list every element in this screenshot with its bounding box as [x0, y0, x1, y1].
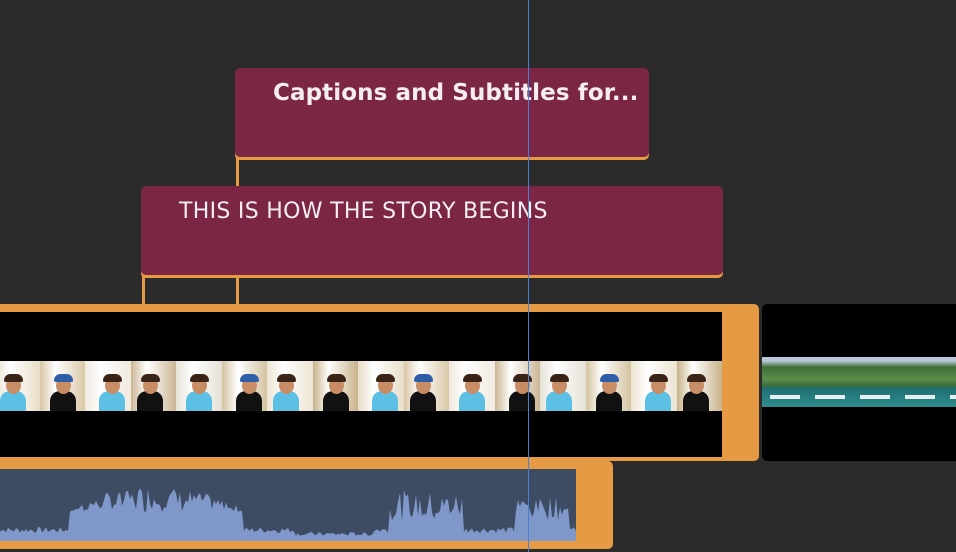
filmstrip-frame: [221, 361, 267, 411]
audio-waveform: [0, 488, 576, 541]
filmstrip-frame: [358, 361, 404, 411]
video-filmstrip-next: [762, 357, 956, 407]
audio-clip[interactable]: [0, 461, 613, 549]
filmstrip-frame: [130, 361, 176, 411]
video-clip-body: [0, 312, 722, 457]
caption-connector-1b: [236, 276, 239, 304]
filmstrip-frame: [449, 361, 495, 411]
filmstrip-frame-landscape: [942, 357, 956, 407]
filmstrip-frame: [403, 361, 449, 411]
filmstrip-frame: [39, 361, 85, 411]
caption-clip-1[interactable]: Captions and Subtitles for...: [235, 68, 649, 160]
filmstrip-frame: [631, 361, 677, 411]
filmstrip-frame-landscape: [807, 357, 852, 407]
caption-clip-2-text: THIS IS HOW THE STORY BEGINS: [179, 199, 548, 224]
filmstrip-frame: [585, 361, 631, 411]
playhead[interactable]: [528, 0, 529, 552]
filmstrip-frame: [267, 361, 313, 411]
filmstrip-frame: [540, 361, 586, 411]
caption-connector-1: [236, 158, 239, 186]
video-clip-next[interactable]: [762, 304, 956, 461]
caption-connector-2: [142, 276, 145, 304]
caption-clip-1-text: Captions and Subtitles for...: [273, 80, 639, 106]
audio-clip-body: [0, 469, 576, 541]
video-filmstrip: [0, 361, 722, 411]
filmstrip-frame-landscape: [897, 357, 942, 407]
video-clip[interactable]: [0, 304, 759, 461]
filmstrip-frame: [85, 361, 131, 411]
filmstrip-frame: [176, 361, 222, 411]
filmstrip-frame-landscape: [852, 357, 897, 407]
filmstrip-frame: [494, 361, 540, 411]
filmstrip-frame: [0, 361, 40, 411]
filmstrip-frame: [312, 361, 358, 411]
caption-clip-2[interactable]: THIS IS HOW THE STORY BEGINS: [141, 186, 723, 278]
filmstrip-frame: [676, 361, 722, 411]
audio-waveform-shape: [0, 488, 576, 541]
filmstrip-frame-landscape: [762, 357, 807, 407]
